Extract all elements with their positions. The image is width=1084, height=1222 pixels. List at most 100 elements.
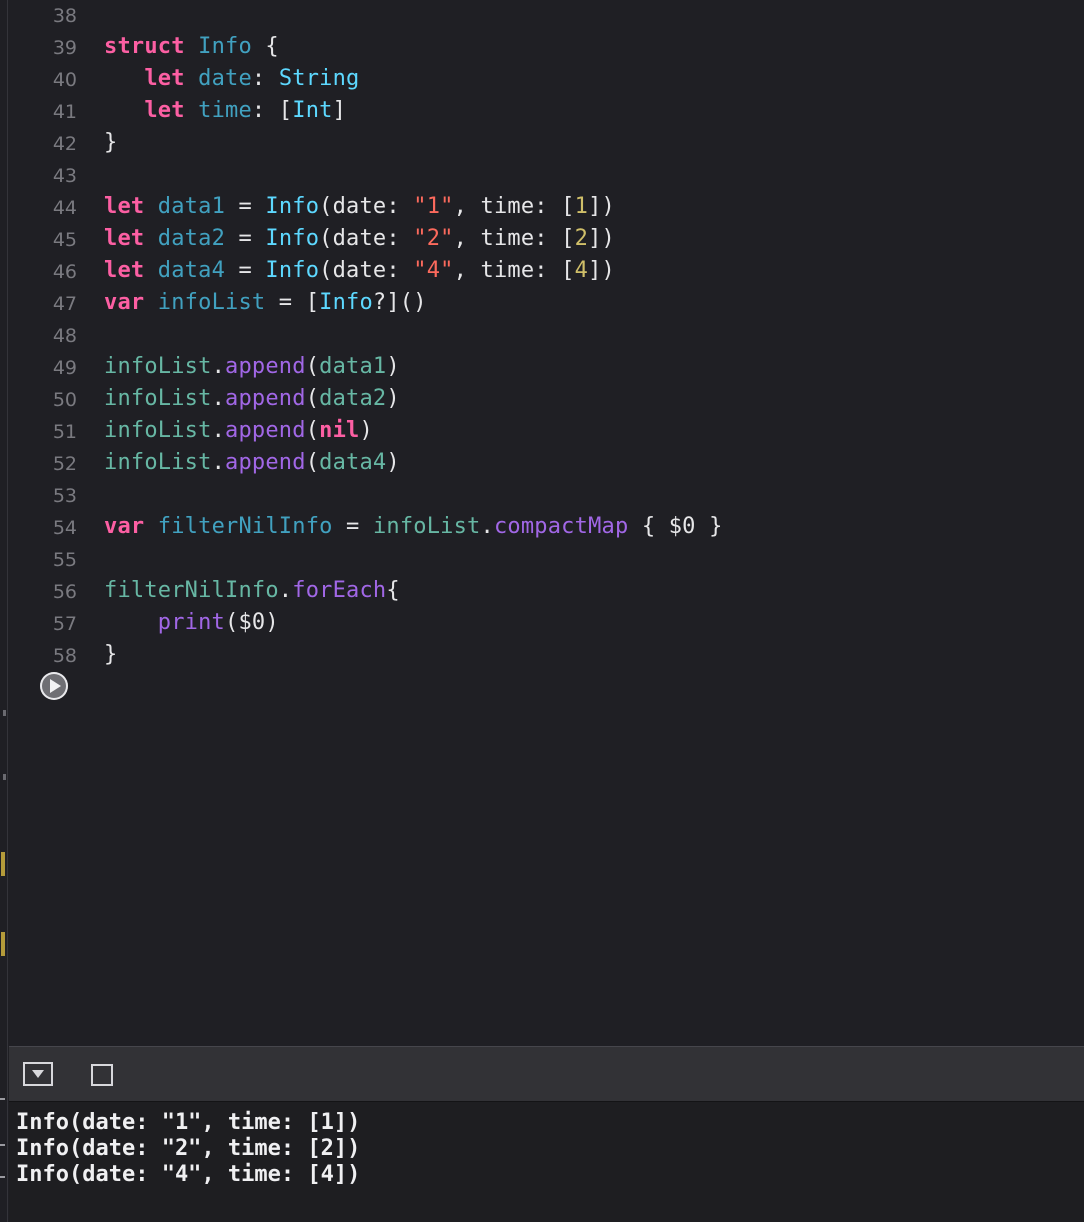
line-number: 49 [52, 357, 77, 379]
console-line: Info(date: "4", time: [4]) [16, 1162, 361, 1187]
code-token: ]) [588, 258, 615, 283]
code-token: let [104, 194, 145, 219]
code-token: ) [386, 450, 400, 475]
strip-tick [3, 774, 6, 780]
code-line[interactable]: 58} [9, 640, 1084, 672]
code-token: nil [319, 418, 360, 443]
code-line[interactable]: 57 print($0) [9, 608, 1084, 640]
code-text: } [104, 130, 117, 155]
code-token: data1 [319, 354, 387, 379]
code-token: ) [359, 418, 373, 443]
code-line[interactable]: 56 filterNilInfo.forEach{ [9, 576, 1084, 608]
line-number: 53 [52, 485, 77, 507]
code-token: "2" [413, 226, 454, 251]
code-token: filterNilInfo [157, 514, 333, 539]
code-token: , time: [ [453, 226, 575, 251]
code-line[interactable]: 40 let date: String [9, 64, 1084, 96]
code-text: let data2 = Info(date: "2", time: [2]) [104, 226, 615, 251]
code-token: append [225, 450, 306, 475]
code-line[interactable]: 46 let data4 = Info(date: "4", time: [4]) [9, 256, 1084, 288]
line-number: 58 [52, 645, 77, 667]
line-number: 56 [52, 581, 77, 603]
code-editor[interactable]: 38 39 struct Info {40 let date: String 41 l… [9, 0, 1084, 1046]
line-number: 47 [52, 293, 77, 315]
line-number: 44 [52, 197, 77, 219]
code-token: = [225, 194, 266, 219]
line-number: 52 [52, 453, 77, 475]
console-line: Info(date: "1", time: [1]) [16, 1110, 361, 1135]
code-text: let data1 = Info(date: "1", time: [1]) [104, 194, 615, 219]
code-line[interactable]: 42} [9, 128, 1084, 160]
code-token: data4 [319, 450, 387, 475]
line-number: 46 [52, 261, 77, 283]
code-token: = [ [265, 290, 320, 315]
code-token: infoList [372, 514, 481, 539]
line-number: 42 [52, 133, 77, 155]
code-text: infoList.append(data1) [104, 354, 400, 379]
code-token: data4 [157, 258, 226, 283]
code-token: Int [292, 98, 333, 123]
navigator-edge [0, 0, 8, 1222]
code-token: { [251, 34, 279, 59]
code-token: let [104, 258, 145, 283]
code-token: compactMap [493, 514, 629, 539]
code-token: = [225, 226, 266, 251]
code-token: . [480, 514, 494, 539]
code-line[interactable]: 47 var infoList = [Info?]() [9, 288, 1084, 320]
code-line[interactable]: 54 var filterNilInfo = infoList.compactMa… [9, 512, 1084, 544]
play-icon [50, 679, 61, 693]
code-token: . [211, 418, 226, 443]
code-token: var [104, 514, 145, 539]
code-token: , time: [ [453, 194, 575, 219]
line-number: 57 [52, 613, 77, 635]
code-token: Info [265, 258, 320, 283]
hide-debug-area-icon[interactable] [23, 1062, 53, 1086]
code-line[interactable]: 52 infoList.append(data4) [9, 448, 1084, 480]
code-token: let [144, 98, 185, 123]
code-line[interactable]: 45 let data2 = Info(date: "2", time: [2]) [9, 224, 1084, 256]
code-token: infoList [157, 290, 266, 315]
code-line[interactable]: 53 [9, 480, 1084, 512]
code-token: ($0) [225, 610, 279, 635]
stop-icon[interactable] [91, 1064, 113, 1086]
code-token: } [104, 642, 118, 667]
code-line[interactable]: 44 let data1 = Info(date: "1", time: [1]) [9, 192, 1084, 224]
code-token: . [278, 578, 293, 603]
code-text: print($0) [104, 610, 279, 635]
chevron-down-icon [32, 1070, 44, 1078]
code-token: ( [305, 418, 320, 443]
code-token: infoList [104, 418, 212, 443]
code-line[interactable]: 43 [9, 160, 1084, 192]
code-token: ( [305, 386, 320, 411]
code-line[interactable]: 50 infoList.append(data2) [9, 384, 1084, 416]
code-token: ) [386, 354, 400, 379]
code-token: let [104, 226, 145, 251]
code-line[interactable]: 55 [9, 544, 1084, 576]
code-token: (date: [319, 194, 414, 219]
code-token: Info [265, 194, 320, 219]
code-line[interactable]: 41 let time: [Int] [9, 96, 1084, 128]
run-playground-button[interactable] [40, 672, 68, 700]
code-text: infoList.append(data4) [104, 450, 400, 475]
code-line[interactable]: 48 [9, 320, 1084, 352]
code-line[interactable]: 49 infoList.append(data1) [9, 352, 1084, 384]
code-line[interactable]: 51 infoList.append(nil) [9, 416, 1084, 448]
code-token: , time: [ [453, 258, 575, 283]
code-token: 2 [574, 226, 589, 251]
code-token: . [211, 386, 226, 411]
console-output[interactable]: Info(date: "1", time: [1]) Info(date: "2… [9, 1102, 1084, 1222]
code-token: ( [305, 354, 320, 379]
code-line[interactable]: 38 [9, 0, 1084, 32]
code-token: = [332, 514, 373, 539]
line-number: 54 [52, 517, 77, 539]
line-number: 38 [52, 5, 77, 27]
code-text: let data4 = Info(date: "4", time: [4]) [104, 258, 615, 283]
code-text: infoList.append(nil) [104, 418, 373, 443]
code-text: struct Info { [104, 34, 279, 59]
code-text: infoList.append(data2) [104, 386, 400, 411]
code-line[interactable]: 39 struct Info { [9, 32, 1084, 64]
